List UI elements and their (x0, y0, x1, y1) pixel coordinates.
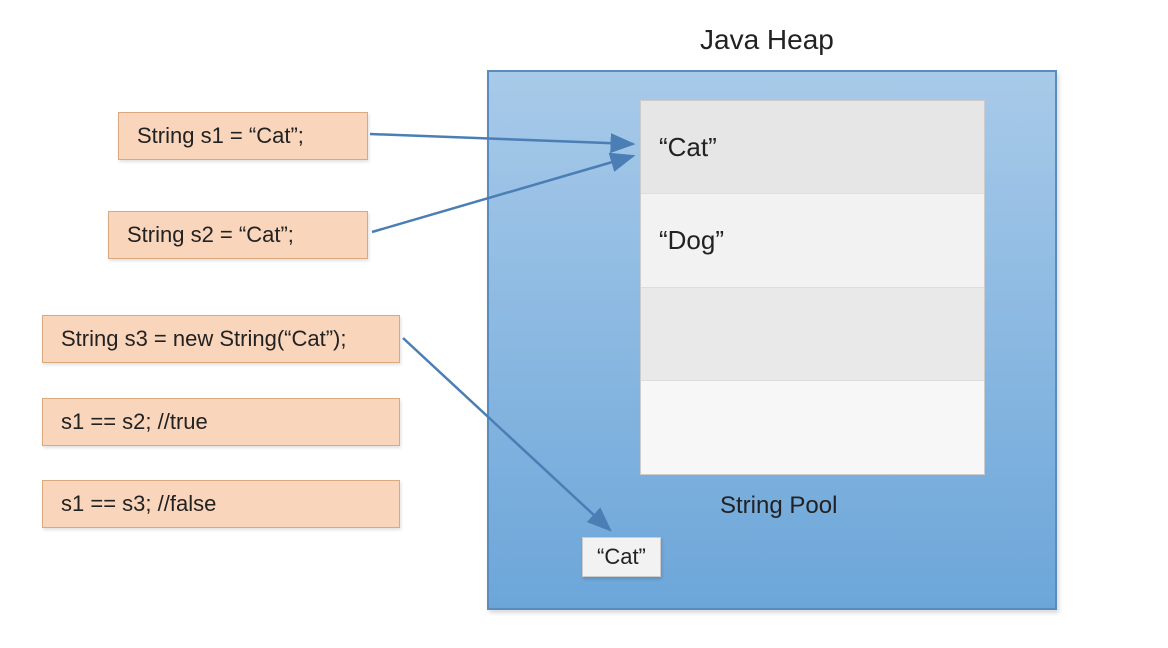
heap-title: Java Heap (700, 24, 834, 56)
pool-entry-3 (641, 381, 984, 474)
heap-object-cat: “Cat” (582, 537, 661, 577)
pool-entry-1: “Dog” (641, 194, 984, 287)
code-s1: String s1 = “Cat”; (118, 112, 368, 160)
code-cmp1: s1 == s2; //true (42, 398, 400, 446)
code-cmp2: s1 == s3; //false (42, 480, 400, 528)
pool-entry-2 (641, 288, 984, 381)
string-pool-label: String Pool (720, 492, 837, 520)
code-s2: String s2 = “Cat”; (108, 211, 368, 259)
string-pool-box: “Cat” “Dog” (640, 100, 985, 475)
code-s3: String s3 = new String(“Cat”); (42, 315, 400, 363)
pool-entry-0: “Cat” (641, 101, 984, 194)
